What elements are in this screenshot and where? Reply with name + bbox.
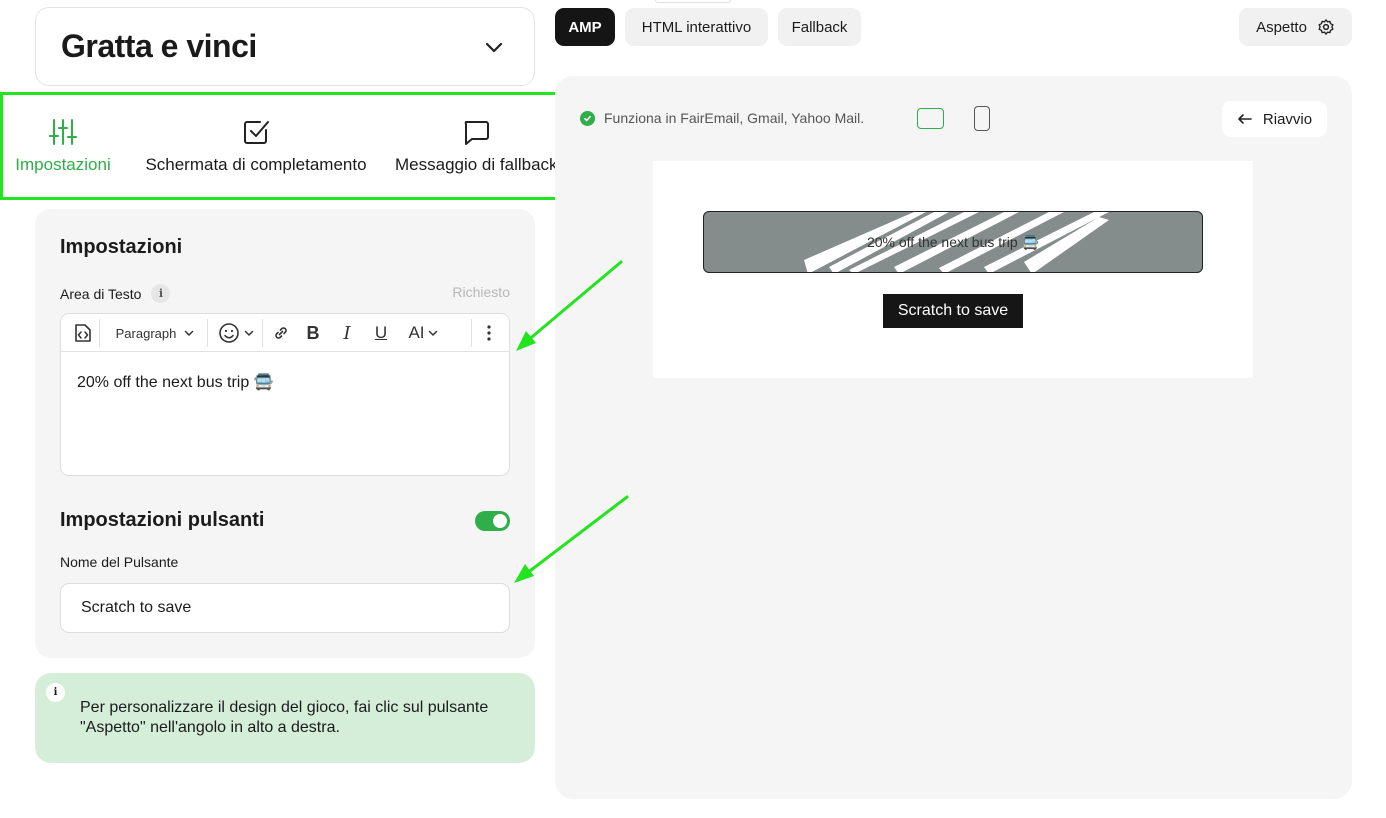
tab-label: Impostazioni: [15, 155, 111, 174]
required-label: Richiesto: [452, 284, 510, 300]
hint-box: i Per personalizzare il design del gioco…: [35, 673, 535, 763]
check-icon: [580, 110, 595, 126]
appearance-label: Aspetto: [1256, 18, 1307, 36]
scratch-card-text: 20% off the next bus trip 🚍: [866, 233, 1040, 250]
email-preview: 20% off the next bus trip 🚍 Scratch to s…: [653, 161, 1253, 378]
top-handle: [655, 0, 731, 3]
paragraph-select[interactable]: Paragraph: [107, 314, 203, 352]
tab-fallback-message[interactable]: Messaggio di fallback: [395, 95, 556, 197]
editor-tabs: Impostazioni Schermata di completamento …: [0, 92, 559, 200]
text-area-label-text: Area di Testo: [60, 285, 142, 302]
buttons-toggle[interactable]: [475, 511, 510, 531]
info-icon: i: [46, 683, 65, 702]
paragraph-select-label: Paragraph: [115, 325, 177, 341]
chat-bubble-icon: [464, 121, 489, 145]
tab-label: Messaggio di fallback: [395, 155, 556, 174]
rich-text-editor: Paragraph B I U AI 20% off the next bus …: [60, 313, 510, 476]
sliders-icon: [49, 119, 77, 145]
preview-panel: Funziona in FairEmail, Gmail, Yahoo Mail…: [555, 76, 1352, 799]
settings-heading: Impostazioni: [60, 236, 183, 258]
emoji-icon: [219, 323, 239, 343]
link-icon[interactable]: [267, 314, 295, 352]
chevron-down-icon: [428, 330, 437, 337]
text-area-label: Area di Testo i: [60, 284, 171, 303]
chevron-down-icon: [185, 330, 194, 337]
info-icon[interactable]: i: [151, 284, 171, 303]
buttons-settings-heading: Impostazioni pulsanti: [60, 509, 265, 531]
editor-toolbar: Paragraph B I U AI: [61, 314, 509, 352]
chevron-down-icon: [244, 330, 254, 337]
mode-amp-button[interactable]: AMP: [555, 8, 615, 46]
mode-html-button[interactable]: HTML interattivo: [625, 8, 768, 46]
desktop-view-icon[interactable]: [917, 108, 944, 129]
source-code-icon[interactable]: [67, 314, 99, 352]
font-size-label: AI: [408, 323, 425, 342]
tab-completion-screen[interactable]: Schermata di completamento: [140, 95, 372, 197]
gear-icon: [1318, 19, 1334, 35]
mobile-view-icon[interactable]: [974, 106, 990, 131]
restart-button[interactable]: Riavvio: [1222, 101, 1327, 137]
mode-fallback-button[interactable]: Fallback: [778, 8, 861, 46]
editor-content[interactable]: 20% off the next bus trip 🚍: [61, 352, 509, 392]
underline-button[interactable]: U: [367, 314, 395, 352]
button-name-label: Nome del Pulsante: [60, 554, 179, 570]
chevron-down-icon: [485, 42, 503, 52]
font-size-select[interactable]: AI: [401, 314, 445, 352]
more-options-icon[interactable]: [477, 314, 501, 352]
italic-button[interactable]: I: [333, 314, 361, 352]
scratch-button[interactable]: Scratch to save: [883, 294, 1023, 328]
restart-label: Riavvio: [1262, 110, 1313, 128]
compatibility-note: Funziona in FairEmail, Gmail, Yahoo Mail…: [580, 110, 864, 126]
tab-label: Schermata di completamento: [145, 155, 367, 174]
emoji-picker[interactable]: [213, 314, 259, 352]
settings-panel: Impostazioni Area di Testo i Richiesto P…: [35, 209, 535, 658]
game-title: Gratta e vinci: [61, 28, 257, 64]
scratch-card[interactable]: 20% off the next bus trip 🚍: [703, 211, 1203, 273]
compatibility-text: Funziona in FairEmail, Gmail, Yahoo Mail…: [604, 110, 865, 126]
hint-text: Per personalizzare il design del gioco, …: [80, 699, 489, 736]
game-selector[interactable]: Gratta e vinci: [35, 7, 535, 86]
arrow-left-icon: [1238, 114, 1252, 124]
tab-settings[interactable]: Impostazioni: [12, 95, 114, 197]
checkbox-icon: [244, 121, 269, 144]
button-name-input[interactable]: Scratch to save: [60, 583, 510, 633]
appearance-button[interactable]: Aspetto: [1239, 8, 1352, 46]
bold-button[interactable]: B: [299, 314, 327, 352]
